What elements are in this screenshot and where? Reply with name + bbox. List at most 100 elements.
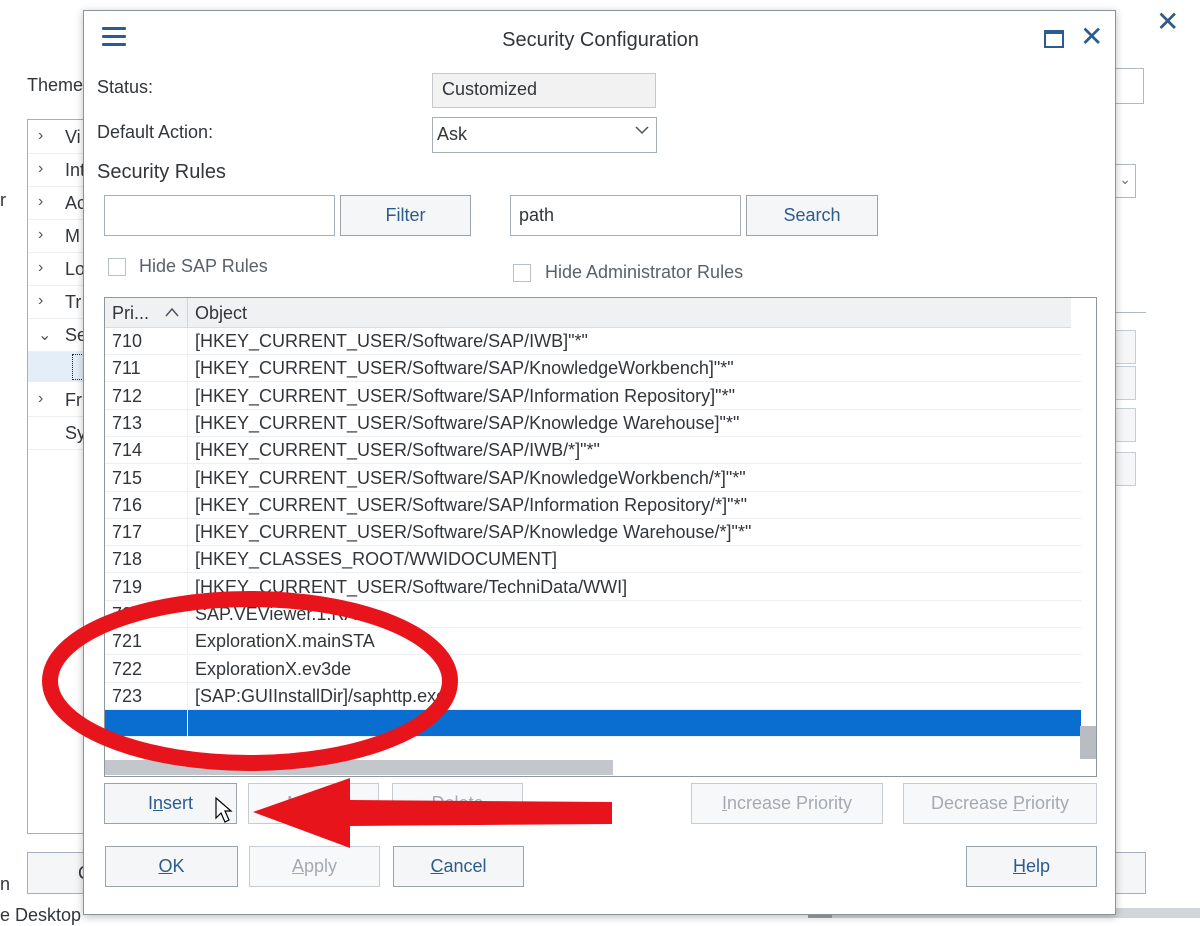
table-row[interactable]: 711 [HKEY_CURRENT_USER/Software/SAP/Knowl…: [105, 355, 1081, 383]
background-tree-item[interactable]: › Ac: [28, 187, 86, 220]
table-row[interactable]: 719 [HKEY_CURRENT_USER/Software/TechniDat…: [105, 573, 1081, 601]
apply-mnemonic: A: [291, 856, 304, 876]
insert-label-post: sert: [163, 793, 194, 813]
background-tree-item[interactable]: › Vi: [28, 121, 85, 154]
status-field: Customized: [432, 73, 656, 108]
security-rules-table[interactable]: Pri... Object 710 [HKEY_CURRENT_USER/Soft…: [104, 297, 1097, 777]
background-theme-label: Theme: [27, 75, 84, 95]
background-bottom-text: e Desktop: [0, 905, 82, 925]
ok-label: K: [172, 856, 185, 876]
priority-cell: 719: [105, 573, 188, 601]
tree-item-label: Fr: [65, 390, 82, 410]
object-cell: [HKEY_CURRENT_USER/Software/SAP/Knowledg…: [195, 358, 734, 379]
priority-cell: 723: [105, 682, 188, 710]
priority-cell: 714: [105, 437, 188, 465]
hide-admin-rules-checkbox[interactable]: [513, 264, 531, 282]
modify-button[interactable]: Modify: [248, 783, 379, 824]
decrease-priority-label-post: riority: [1025, 793, 1070, 813]
object-cell: [HKEY_CURRENT_USER/Software/SAP/Informat…: [195, 494, 747, 515]
background-tree-item[interactable]: ⌄ Se: [28, 319, 87, 352]
table-row[interactable]: 713 [HKEY_CURRENT_USER/Software/SAP/Knowl…: [105, 409, 1081, 437]
horizontal-scrollbar-thumb[interactable]: [105, 760, 613, 775]
background-tree-item[interactable]: › Lo: [28, 253, 85, 286]
column-header-label: Pri...: [112, 303, 150, 323]
tree-item-label: Tr: [65, 292, 82, 312]
column-header-priority[interactable]: Pri...: [105, 298, 188, 328]
object-cell: [HKEY_CURRENT_USER/Software/TechniData/W…: [195, 576, 628, 597]
priority-cell: 713: [105, 409, 188, 437]
table-row[interactable]: 721 ExplorationX.mainSTA: [105, 628, 1081, 656]
cancel-button[interactable]: Cancel: [393, 846, 524, 887]
object-cell: [HKEY_CURRENT_USER/Software/SAP/Knowledg…: [195, 412, 740, 433]
filter-input[interactable]: [104, 195, 335, 236]
table-row[interactable]: [105, 710, 1081, 738]
chevron-right-icon: ›: [38, 259, 44, 276]
tree-item-label: M: [65, 226, 80, 246]
ok-button[interactable]: OK: [105, 846, 238, 887]
column-header-object[interactable]: Object: [189, 298, 1069, 328]
vertical-scrollbar-thumb[interactable]: [1080, 726, 1096, 759]
decrease-priority-mnemonic: P: [1013, 793, 1026, 813]
chevron-down-icon: [635, 126, 649, 135]
help-mnemonic: H: [1012, 856, 1026, 876]
filter-button[interactable]: Filter: [340, 195, 471, 236]
object-cell: ExplorationX.ev3de: [195, 658, 352, 679]
insert-button[interactable]: Insert: [104, 783, 237, 824]
priority-cell: 716: [105, 491, 188, 519]
tree-item-label: Vi: [65, 127, 81, 147]
close-icon[interactable]: ✕: [1080, 23, 1103, 51]
table-row[interactable]: 712 [HKEY_CURRENT_USER/Software/SAP/Infor…: [105, 382, 1081, 410]
chevron-right-icon: ›: [38, 160, 44, 177]
hide-admin-rules-label: Hide Administrator Rules: [545, 262, 744, 282]
background-theme-input[interactable]: [1112, 68, 1144, 104]
insert-mnemonic: n: [152, 793, 163, 813]
chevron-right-icon: ›: [38, 390, 44, 407]
object-cell: [HKEY_CURRENT_USER/Software/SAP/Informat…: [195, 385, 735, 406]
table-row[interactable]: 715 [HKEY_CURRENT_USER/Software/SAP/Knowl…: [105, 464, 1081, 492]
background-close-icon[interactable]: ✕: [1156, 8, 1179, 36]
background-tree-item[interactable]: › Tr: [28, 286, 85, 319]
dialog-title: Security Configuration: [502, 29, 699, 51]
table-row[interactable]: 716 [HKEY_CURRENT_USER/Software/SAP/Infor…: [105, 491, 1081, 519]
sort-ascending-icon: [165, 307, 179, 317]
background-bottom-button-right[interactable]: [1112, 852, 1146, 894]
cancel-label: ancel: [443, 856, 487, 876]
background-tree-item[interactable]: › M: [28, 220, 85, 253]
table-header: Pri... Object: [105, 298, 1071, 328]
default-action-select[interactable]: Ask: [432, 117, 657, 153]
section-title: Security Rules: [97, 161, 226, 183]
hide-sap-rules-checkbox[interactable]: [108, 258, 126, 276]
priority-cell: 715: [105, 464, 188, 492]
priority-cell: 721: [105, 628, 188, 656]
priority-cell: 722: [105, 655, 188, 683]
table-row[interactable]: 710 [HKEY_CURRENT_USER/Software/SAP/IWB]"…: [105, 328, 1081, 355]
ok-mnemonic: O: [158, 856, 173, 876]
background-tree-item[interactable]: › Int: [28, 154, 85, 187]
background-bottom-button[interactable]: C: [27, 852, 91, 894]
object-cell: [SAP:GUIInstallDir]/saphttp.exe: [195, 685, 447, 706]
object-cell: [HKEY_CURRENT_USER/Software/SAP/IWB]"*": [195, 331, 588, 351]
priority-cell: 712: [105, 382, 188, 410]
delete-button[interactable]: Delete: [392, 783, 523, 824]
increase-priority-label: ncrease Priority: [726, 793, 853, 813]
increase-priority-button[interactable]: Increase Priority: [691, 783, 883, 824]
maximize-icon[interactable]: [1044, 30, 1064, 48]
table-row[interactable]: 720 SAP.VEViewer.1.RAP: [105, 601, 1081, 628]
cancel-mnemonic: C: [430, 856, 444, 876]
chevron-right-icon: ›: [38, 193, 44, 210]
table-row[interactable]: 722 ExplorationX.ev3de: [105, 655, 1081, 683]
apply-button[interactable]: Apply: [249, 846, 380, 887]
background-tree-item[interactable]: › Fr: [28, 384, 85, 417]
table-row[interactable]: 714 [HKEY_CURRENT_USER/Software/SAP/IWB/*…: [105, 437, 1081, 465]
table-row[interactable]: 723 [SAP:GUIInstallDir]/saphttp.exe: [105, 682, 1081, 710]
help-button[interactable]: Help: [966, 846, 1097, 887]
priority-cell: 717: [105, 519, 188, 547]
help-label: elp: [1025, 856, 1051, 876]
search-input[interactable]: [510, 195, 741, 236]
decrease-priority-button[interactable]: Decrease Priority: [903, 783, 1097, 824]
table-row[interactable]: 717 [HKEY_CURRENT_USER/Software/SAP/Knowl…: [105, 519, 1081, 547]
background-tree-item[interactable]: Sy: [28, 417, 86, 450]
search-button[interactable]: Search: [746, 195, 878, 236]
table-row[interactable]: 718 [HKEY_CLASSES_ROOT/WWIDOCUMENT]: [105, 546, 1081, 574]
background-tree[interactable]: › Vi › Int › Ac › M › Lo › Tr ⌄ Se › Fr Sy: [27, 119, 87, 834]
